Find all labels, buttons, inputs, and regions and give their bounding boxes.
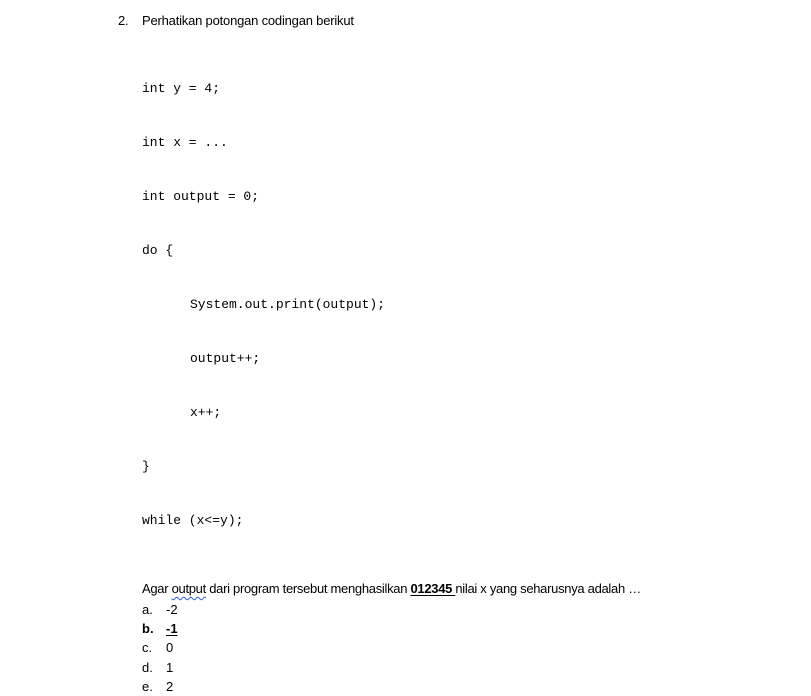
question-heading: Perhatikan potongan codingan berikut: [142, 13, 354, 28]
prompt-text: Agar: [142, 581, 172, 596]
code-line: while (x<=y);: [142, 513, 244, 528]
option-letter: a.: [142, 602, 153, 617]
option-text: 2: [166, 678, 174, 694]
option-c: c. 0: [142, 638, 798, 657]
question-body: int y = 4; int x = ... int output = 0; d…: [142, 44, 798, 696]
option-e: e. 2: [142, 677, 798, 696]
expected-output: 012345: [410, 581, 456, 596]
prompt-text: nilai x yang seharusnya adalah …: [455, 581, 641, 596]
option-text: 1: [166, 659, 174, 675]
question-block: 2. Perhatikan potongan codingan berikut …: [118, 12, 798, 696]
option-letter: b.: [142, 621, 154, 637]
option-letter: e.: [142, 678, 153, 694]
option-text: -2: [166, 602, 178, 617]
option-d: d. 1: [142, 658, 798, 677]
option-letter: d.: [142, 659, 153, 675]
prompt-text: dari program tersebut menghasilkan: [205, 581, 411, 596]
code-line: output++;: [190, 351, 261, 366]
spellcheck-word: output: [171, 581, 207, 596]
code-line: do {: [142, 243, 174, 258]
option-text: 0: [166, 640, 174, 656]
code-line: }: [142, 459, 150, 474]
answer-options: a. -2 b. -1 c. 0 d. 1 e. 2: [142, 600, 798, 696]
option-a: a. -2: [142, 600, 798, 619]
option-text: -1: [166, 621, 178, 637]
code-line: int y = 4;: [142, 81, 221, 96]
code-line: int x = ...: [142, 135, 228, 150]
code-line: System.out.print(output);: [190, 297, 386, 312]
code-line: x++;: [190, 405, 222, 420]
option-letter: c.: [142, 640, 153, 656]
option-b: b. -1: [142, 619, 798, 638]
code-line: int output = 0;: [142, 189, 260, 204]
code-snippet: int y = 4; int x = ... int output = 0; d…: [142, 44, 798, 566]
question-prompt: Agar output dari program tersebut mengha…: [142, 580, 798, 598]
question-header: 2. Perhatikan potongan codingan berikut: [118, 12, 798, 30]
question-number: 2.: [118, 13, 129, 28]
